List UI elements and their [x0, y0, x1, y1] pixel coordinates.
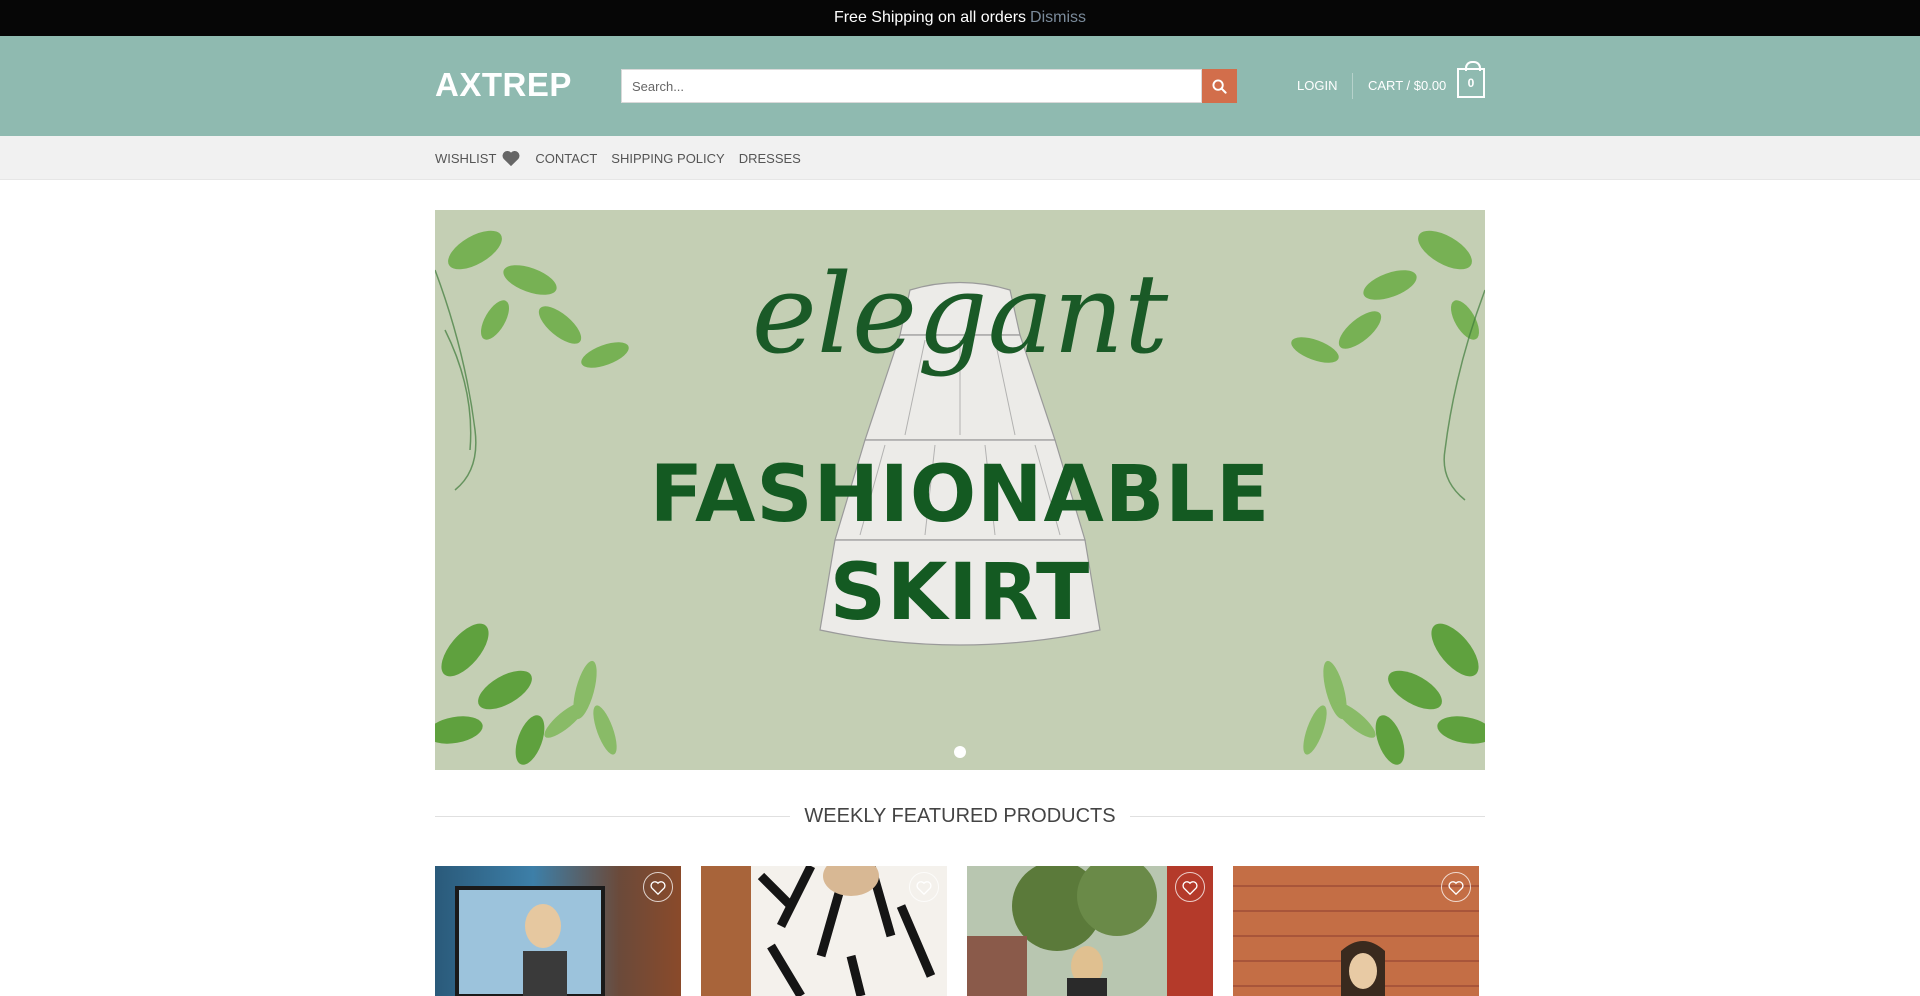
search-button[interactable]	[1202, 69, 1237, 103]
product-grid	[435, 866, 1485, 996]
nav-item-wishlist[interactable]: WISHLIST	[435, 149, 521, 167]
wishlist-button[interactable]	[909, 872, 939, 902]
cart-count-badge[interactable]: 0	[1457, 61, 1485, 98]
main-nav: WISHLIST CONTACT SHIPPING POLICY DRESSES	[0, 136, 1920, 180]
heart-icon	[650, 880, 666, 895]
login-link[interactable]: LOGIN	[1297, 78, 1337, 93]
search-form	[621, 69, 1237, 103]
divider-line	[1129, 815, 1485, 817]
nav-item-label: DRESSES	[738, 150, 801, 166]
wishlist-button[interactable]	[643, 872, 673, 902]
hero-script-text: elegant	[751, 250, 1169, 378]
hero-headline-line1: FASHIONABLE	[649, 450, 1271, 540]
divider-line	[435, 815, 791, 817]
nav-item-label: SHIPPING POLICY	[611, 150, 725, 166]
product-card[interactable]	[701, 866, 947, 996]
search-icon	[1212, 78, 1227, 94]
product-card[interactable]	[435, 866, 681, 996]
product-card[interactable]	[967, 866, 1213, 996]
section-title: WEEKLY FEATURED PRODUCTS	[804, 804, 1116, 827]
wishlist-button[interactable]	[1441, 872, 1471, 902]
site-logo[interactable]: AXTREP	[435, 66, 572, 104]
announcement-bar: Free Shipping on all orders Dismiss	[0, 0, 1920, 36]
heart-icon	[916, 880, 932, 895]
search-input[interactable]	[621, 69, 1202, 103]
nav-item-shipping-policy[interactable]: SHIPPING POLICY	[611, 151, 724, 166]
hero-headline-line2: SKIRT	[829, 548, 1091, 638]
heart-icon	[1448, 880, 1464, 895]
product-card[interactable]	[1233, 866, 1479, 996]
heart-icon	[502, 150, 520, 167]
site-header: AXTREP LOGIN CART / $0.00 0	[0, 36, 1920, 136]
announcement-text: Free Shipping on all orders	[833, 9, 1027, 26]
slider-dot[interactable]	[954, 746, 966, 758]
header-divider	[1352, 73, 1353, 99]
nav-item-label: WISHLIST	[435, 150, 497, 166]
hero-slider[interactable]: elegant FASHIONABLE SKIRT	[435, 210, 1485, 770]
wishlist-button[interactable]	[1175, 872, 1205, 902]
nav-item-contact[interactable]: CONTACT	[535, 151, 597, 166]
heart-icon	[1182, 880, 1198, 895]
cart-link[interactable]: CART / $0.00	[1368, 78, 1446, 93]
nav-item-label: CONTACT	[535, 150, 598, 166]
dismiss-link[interactable]: Dismiss	[1030, 9, 1086, 27]
featured-section-header: WEEKLY FEATURED PRODUCTS	[435, 800, 1485, 832]
nav-item-dresses[interactable]: DRESSES	[739, 151, 801, 166]
